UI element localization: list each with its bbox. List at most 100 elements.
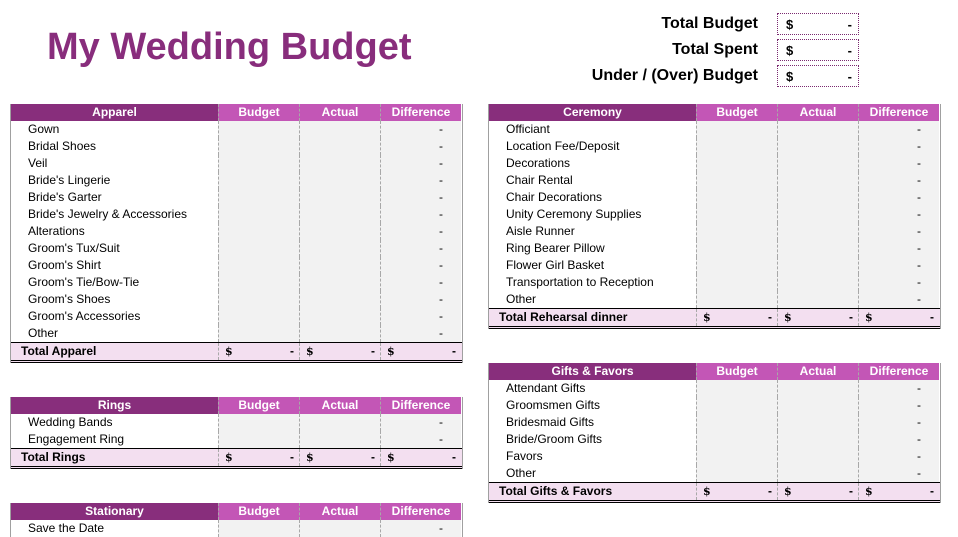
item-label[interactable]: Groom's Shoes xyxy=(11,291,218,308)
item-label[interactable]: Save the Date xyxy=(11,520,218,537)
total-actual-cell[interactable]: $ - xyxy=(777,309,858,326)
actual-cell[interactable] xyxy=(777,189,858,206)
item-label[interactable]: Ring Bearer Pillow xyxy=(489,240,696,257)
item-label[interactable]: Unity Ceremony Supplies xyxy=(489,206,696,223)
under-over-cell[interactable]: $ - xyxy=(777,65,859,87)
actual-cell[interactable] xyxy=(777,206,858,223)
total-actual-cell[interactable]: $ - xyxy=(299,343,380,360)
total-difference-cell[interactable]: $ - xyxy=(380,343,461,360)
item-label[interactable]: Decorations xyxy=(489,155,696,172)
actual-cell[interactable] xyxy=(299,431,380,448)
actual-cell[interactable] xyxy=(777,138,858,155)
item-label[interactable]: Groom's Tux/Suit xyxy=(11,240,218,257)
item-label[interactable]: Other xyxy=(11,325,218,342)
budget-cell[interactable] xyxy=(218,206,299,223)
budget-cell[interactable] xyxy=(218,138,299,155)
item-label[interactable]: Engagement Ring xyxy=(11,431,218,448)
item-label[interactable]: Location Fee/Deposit xyxy=(489,138,696,155)
actual-cell[interactable] xyxy=(299,121,380,138)
item-label[interactable]: Veil xyxy=(11,155,218,172)
item-label[interactable]: Bride's Jewelry & Accessories xyxy=(11,206,218,223)
item-label[interactable]: Flower Girl Basket xyxy=(489,257,696,274)
budget-cell[interactable] xyxy=(696,465,777,482)
item-label[interactable]: Transportation to Reception xyxy=(489,274,696,291)
item-label[interactable]: Bridal Shoes xyxy=(11,138,218,155)
actual-cell[interactable] xyxy=(777,431,858,448)
actual-cell[interactable] xyxy=(299,172,380,189)
actual-cell[interactable] xyxy=(777,223,858,240)
budget-cell[interactable] xyxy=(696,274,777,291)
item-label[interactable]: Favors xyxy=(489,448,696,465)
actual-cell[interactable] xyxy=(299,274,380,291)
item-label[interactable]: Bride/Groom Gifts xyxy=(489,431,696,448)
budget-cell[interactable] xyxy=(218,414,299,431)
budget-cell[interactable] xyxy=(218,291,299,308)
actual-cell[interactable] xyxy=(777,414,858,431)
actual-cell[interactable] xyxy=(299,308,380,325)
budget-cell[interactable] xyxy=(696,397,777,414)
actual-cell[interactable] xyxy=(777,121,858,138)
item-label[interactable]: Alterations xyxy=(11,223,218,240)
budget-cell[interactable] xyxy=(696,206,777,223)
actual-cell[interactable] xyxy=(299,138,380,155)
budget-cell[interactable] xyxy=(218,325,299,342)
actual-cell[interactable] xyxy=(299,240,380,257)
actual-cell[interactable] xyxy=(299,223,380,240)
actual-cell[interactable] xyxy=(777,380,858,397)
item-label[interactable]: Groom's Tie/Bow-Tie xyxy=(11,274,218,291)
budget-cell[interactable] xyxy=(696,138,777,155)
total-difference-cell[interactable]: $ - xyxy=(858,309,939,326)
item-label[interactable]: Bride's Lingerie xyxy=(11,172,218,189)
total-spent-cell[interactable]: $ - xyxy=(777,39,859,61)
item-label[interactable]: Aisle Runner xyxy=(489,223,696,240)
actual-cell[interactable] xyxy=(777,155,858,172)
total-actual-cell[interactable]: $ - xyxy=(777,483,858,500)
item-label[interactable]: Bride's Garter xyxy=(11,189,218,206)
actual-cell[interactable] xyxy=(777,257,858,274)
item-label[interactable]: Attendant Gifts xyxy=(489,380,696,397)
total-difference-cell[interactable]: $ - xyxy=(858,483,939,500)
budget-cell[interactable] xyxy=(696,240,777,257)
budget-cell[interactable] xyxy=(696,257,777,274)
budget-cell[interactable] xyxy=(218,172,299,189)
budget-cell[interactable] xyxy=(218,257,299,274)
item-label[interactable]: Wedding Bands xyxy=(11,414,218,431)
budget-cell[interactable] xyxy=(218,274,299,291)
actual-cell[interactable] xyxy=(777,274,858,291)
item-label[interactable]: Gown xyxy=(11,121,218,138)
budget-cell[interactable] xyxy=(696,431,777,448)
budget-cell[interactable] xyxy=(696,223,777,240)
budget-cell[interactable] xyxy=(696,189,777,206)
item-label[interactable]: Bridesmaid Gifts xyxy=(489,414,696,431)
actual-cell[interactable] xyxy=(299,257,380,274)
item-label[interactable]: Groom's Shirt xyxy=(11,257,218,274)
actual-cell[interactable] xyxy=(299,325,380,342)
budget-cell[interactable] xyxy=(218,223,299,240)
budget-cell[interactable] xyxy=(696,121,777,138)
actual-cell[interactable] xyxy=(777,465,858,482)
item-label[interactable]: Chair Decorations xyxy=(489,189,696,206)
item-label[interactable]: Other xyxy=(489,291,696,308)
budget-cell[interactable] xyxy=(696,448,777,465)
item-label[interactable]: Groomsmen Gifts xyxy=(489,397,696,414)
actual-cell[interactable] xyxy=(299,291,380,308)
actual-cell[interactable] xyxy=(299,155,380,172)
actual-cell[interactable] xyxy=(299,520,380,537)
budget-cell[interactable] xyxy=(696,172,777,189)
budget-cell[interactable] xyxy=(218,155,299,172)
budget-cell[interactable] xyxy=(218,308,299,325)
budget-cell[interactable] xyxy=(218,240,299,257)
budget-cell[interactable] xyxy=(696,291,777,308)
item-label[interactable]: Chair Rental xyxy=(489,172,696,189)
budget-cell[interactable] xyxy=(696,414,777,431)
budget-cell[interactable] xyxy=(218,189,299,206)
actual-cell[interactable] xyxy=(777,291,858,308)
actual-cell[interactable] xyxy=(777,172,858,189)
item-label[interactable]: Officiant xyxy=(489,121,696,138)
actual-cell[interactable] xyxy=(777,448,858,465)
budget-cell[interactable] xyxy=(696,155,777,172)
item-label[interactable]: Other xyxy=(489,465,696,482)
actual-cell[interactable] xyxy=(299,206,380,223)
actual-cell[interactable] xyxy=(777,397,858,414)
total-budget-cell[interactable]: $ - xyxy=(777,13,859,35)
